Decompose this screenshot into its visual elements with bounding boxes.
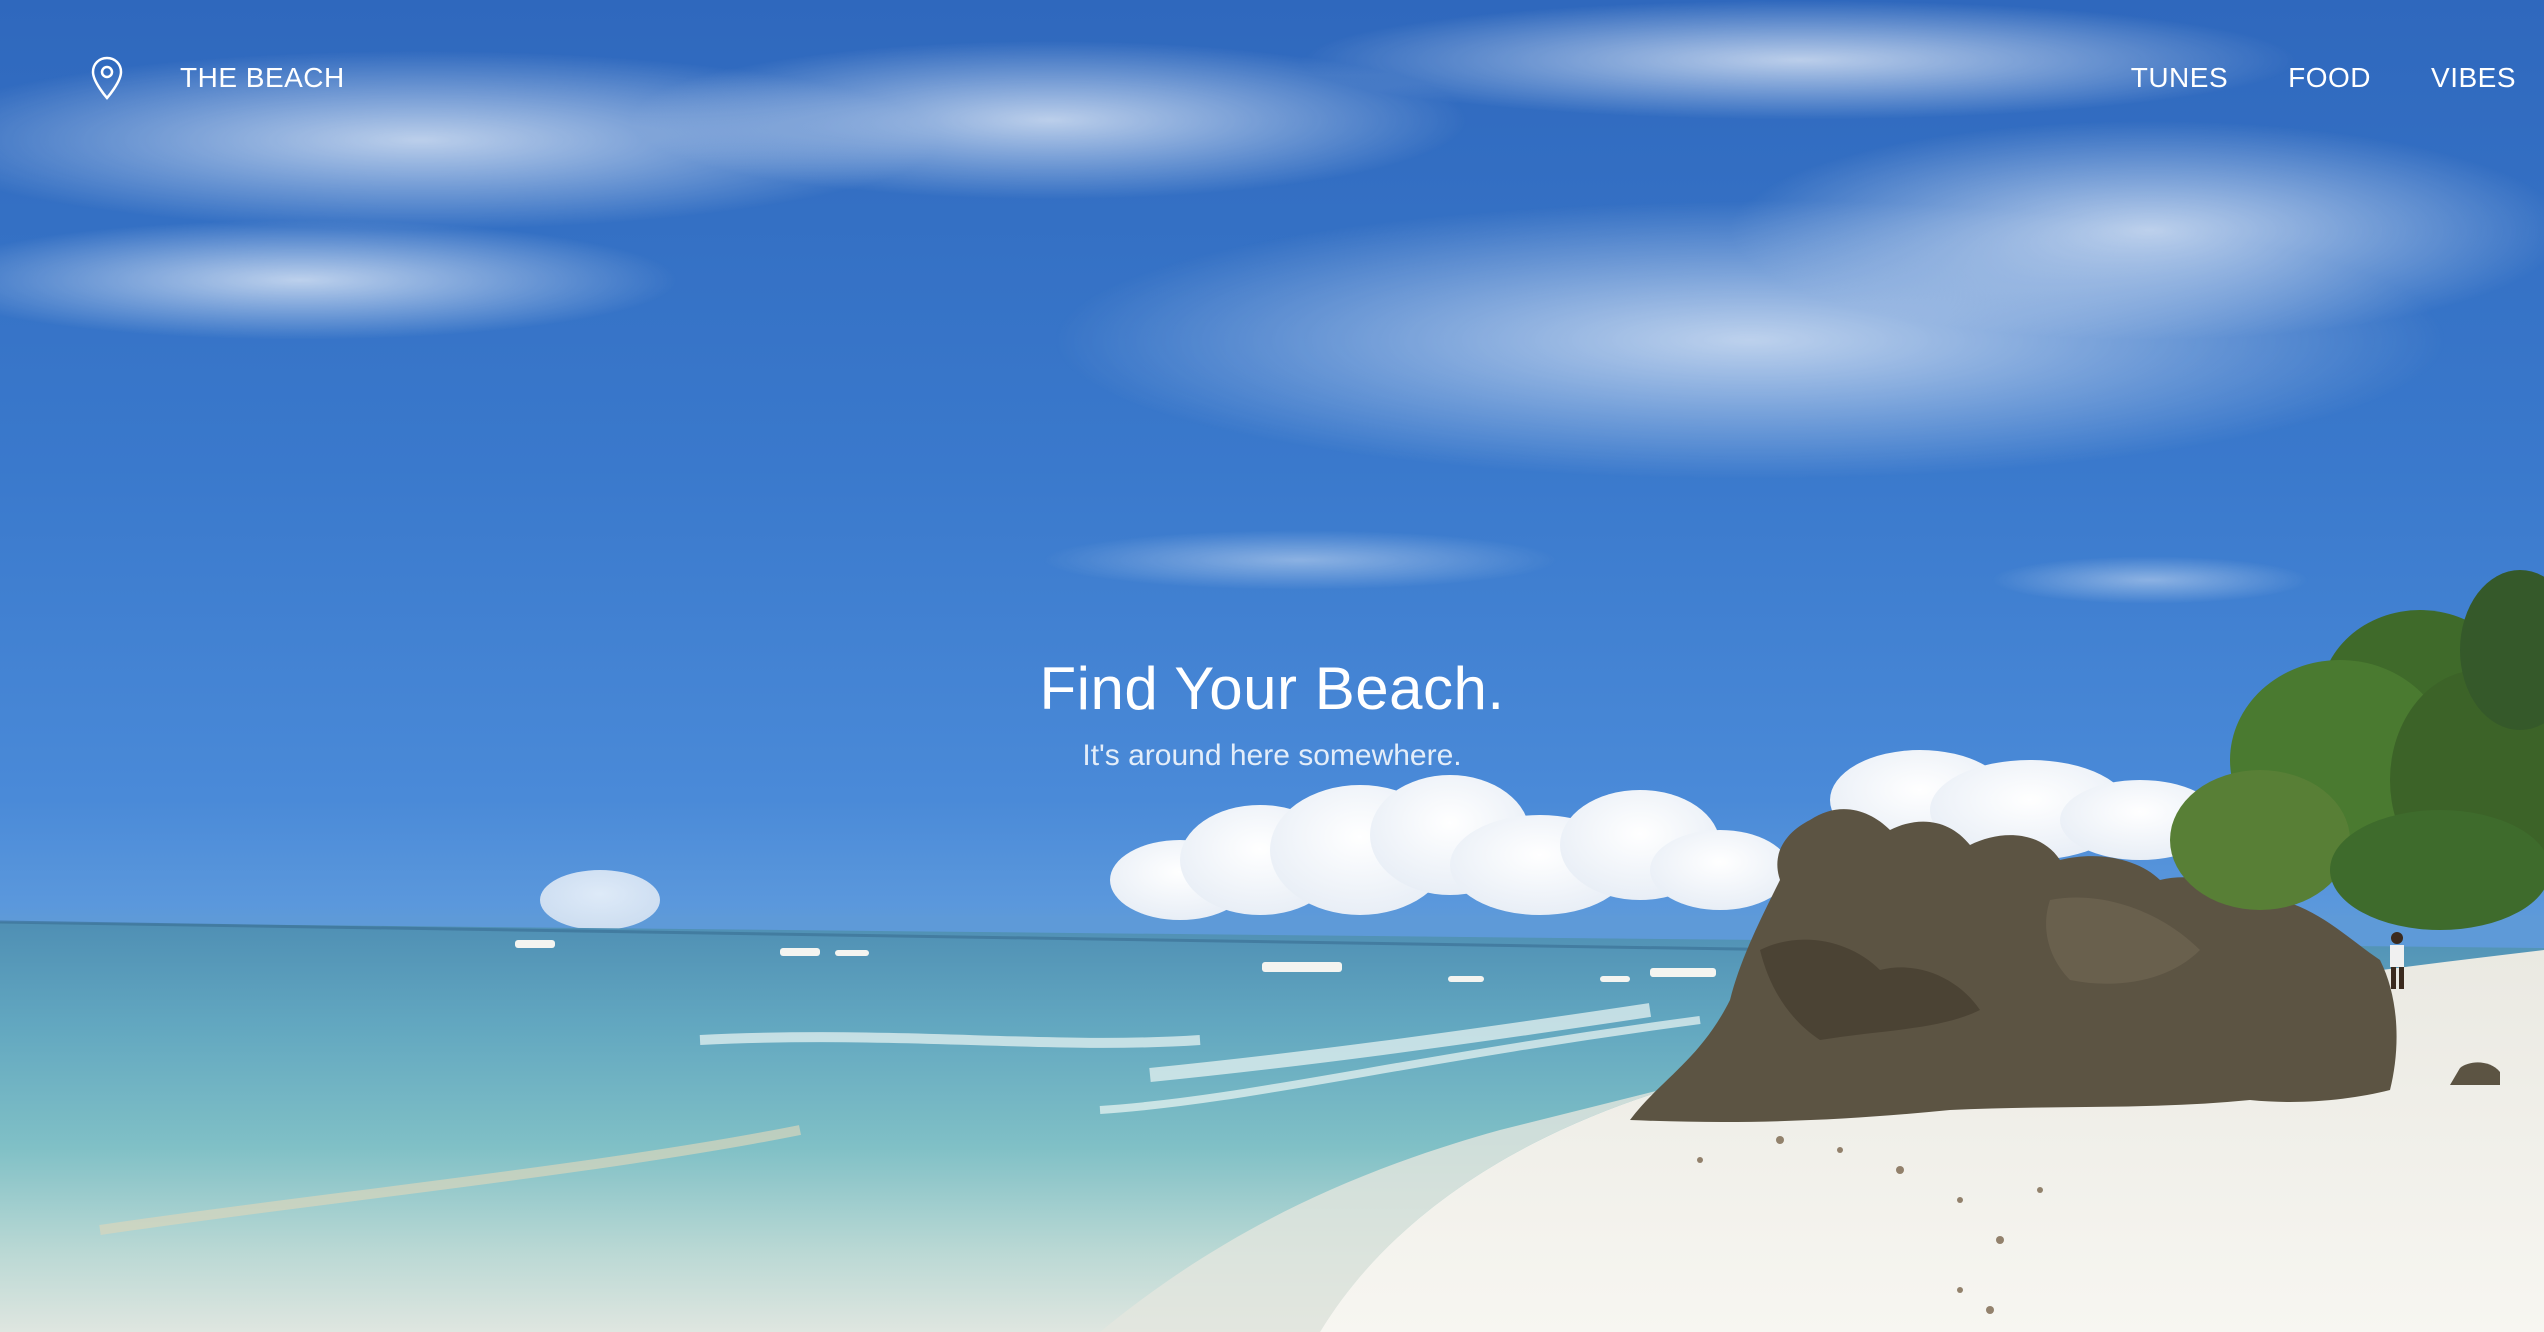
nav-link-food[interactable]: FOOD <box>2288 62 2371 94</box>
hero-headline: Find Your Beach. It's around here somewh… <box>0 654 2544 773</box>
nav-link-tunes[interactable]: TUNES <box>2131 62 2228 94</box>
nav-link-vibes[interactable]: VIBES <box>2431 62 2516 94</box>
brand-label: THE BEACH <box>180 62 345 93</box>
brand-link[interactable]: THE BEACH <box>90 56 345 100</box>
hero-section: THE BEACH TUNES FOOD VIBES Find Your Bea… <box>0 0 2544 1332</box>
hero-title: Find Your Beach. <box>1039 655 1505 722</box>
map-pin-icon <box>90 56 124 100</box>
nav-links: TUNES FOOD VIBES <box>2131 62 2516 94</box>
hero-subtitle: It's around here somewhere. <box>1082 739 1462 772</box>
navbar: THE BEACH TUNES FOOD VIBES <box>0 0 2544 164</box>
